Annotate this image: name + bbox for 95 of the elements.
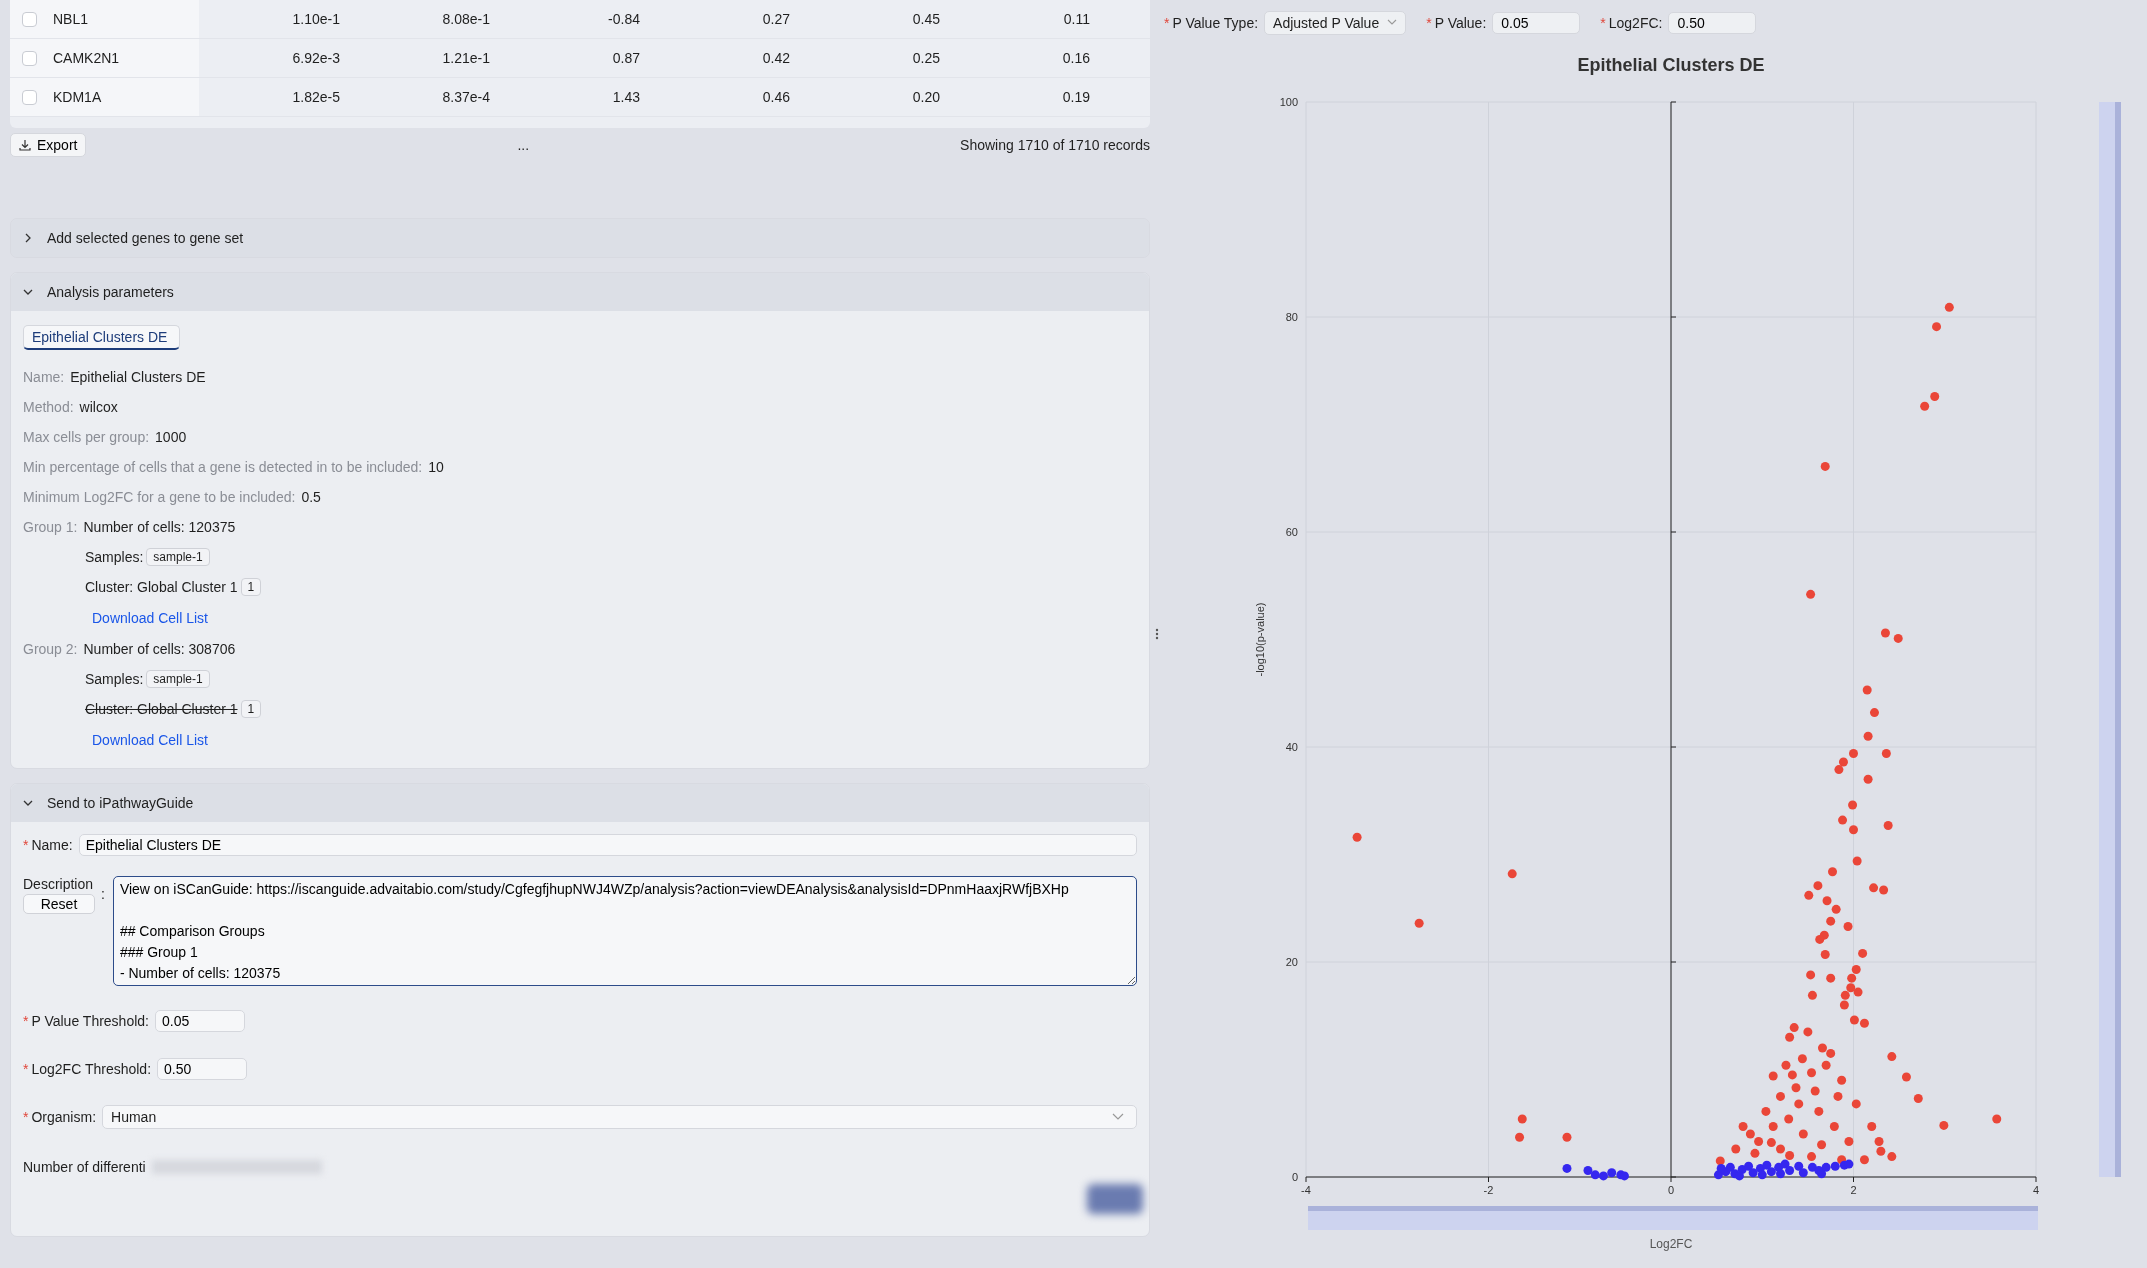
table-cell: CAMK2N1 xyxy=(53,50,120,66)
table-cell-text: 0.45 xyxy=(911,11,940,27)
samples-label: Samples: xyxy=(85,671,144,687)
table-cell-text: 0.20 xyxy=(911,89,940,105)
panel-title: Send to iPathwayGuide xyxy=(47,795,194,811)
field-value: wilcox xyxy=(79,399,118,415)
y-axis-label: -log10(p-value) xyxy=(1254,602,1266,677)
required-mark: * xyxy=(1164,14,1170,31)
field-label: P Value Type: xyxy=(1172,14,1259,31)
table-cell-text: 0.27 xyxy=(761,11,790,27)
axis-tick-label: -2 xyxy=(1483,1184,1494,1196)
samples-label: Samples: xyxy=(85,549,144,565)
cluster-label: Cluster: Global Cluster 1 xyxy=(85,579,238,595)
download-link[interactable]: Download Cell List xyxy=(85,602,208,634)
x-axis-label: Log2FC xyxy=(1649,1237,1693,1251)
sample-tag: sample-1 xyxy=(146,670,210,688)
panel-header[interactable]: Send to iPathwayGuide xyxy=(11,784,1149,822)
axis-tick-label: 4 xyxy=(2032,1184,2040,1196)
axis-tick-label: -4 xyxy=(1301,1184,1311,1196)
table-cell-text: 8.08e-1 xyxy=(441,11,490,27)
required-mark: * xyxy=(23,1013,29,1029)
name-field[interactable]: Epithelial Clusters DE xyxy=(78,834,1137,856)
chart-title: Epithelial Clusters DE xyxy=(1577,55,1765,75)
required-mark: * xyxy=(23,1061,29,1077)
table-cell-text: 0.16 xyxy=(1061,50,1090,66)
field-label: P Value Threshold: xyxy=(31,1013,149,1029)
field-label: Log2FC: xyxy=(1608,14,1663,31)
axis-tick-label: 100 xyxy=(1279,96,1298,108)
panel-title: Add selected genes to gene set xyxy=(47,230,244,246)
field-label: Name: xyxy=(31,837,73,853)
required-mark: * xyxy=(1426,14,1432,31)
field-label: Number of differenti xyxy=(23,1159,146,1175)
table-cell-text: 0.42 xyxy=(761,50,790,66)
axis-tick-label: 20 xyxy=(1285,956,1298,968)
reset-button[interactable]: Reset xyxy=(23,894,95,914)
table-cell-text: 1.21e-1 xyxy=(441,50,490,66)
cluster-count-tag: 1 xyxy=(240,578,262,596)
required-mark: * xyxy=(23,837,29,853)
table-cell-text: 0.11 xyxy=(1062,11,1090,27)
p-value-type-select[interactable]: Adjusted P Value xyxy=(1264,10,1407,35)
table-cell-text: 0.19 xyxy=(1061,89,1090,105)
field-label: Name: xyxy=(23,369,65,385)
table-cell-text: 6.92e-3 xyxy=(291,50,340,66)
field-value: 10 xyxy=(428,459,444,475)
field-label: Description xyxy=(23,876,95,892)
export-button[interactable]: Export xyxy=(10,133,87,157)
axis-tick-label: 80 xyxy=(1285,311,1298,323)
field-value: Epithelial Clusters DE xyxy=(70,369,206,385)
axis-tick-label: 40 xyxy=(1285,741,1298,753)
axis-tick-label: 0 xyxy=(1291,1171,1298,1183)
threshold-field[interactable]: 0.05 xyxy=(155,1010,245,1032)
table-cell-text: 1.43 xyxy=(611,89,640,105)
cluster-label: Cluster: Global Cluster 1 xyxy=(85,701,238,717)
field-label: Group 2: xyxy=(23,641,78,657)
panel-title: Analysis parameters xyxy=(47,284,174,300)
axis-tick-label: 2 xyxy=(1850,1184,1857,1196)
field-label-colon: : xyxy=(101,886,105,902)
table-cell-text: 0.46 xyxy=(761,89,790,105)
field-label: Min percentage of cells that a gene is detected in to be included: xyxy=(23,459,423,475)
field-value: 0.5 xyxy=(301,489,321,505)
table-cell-text: 0.25 xyxy=(911,50,940,66)
field-value: 1000 xyxy=(155,429,187,445)
required-mark: * xyxy=(23,1109,29,1125)
field-label: Group 1: xyxy=(23,519,78,535)
download-link[interactable]: Download Cell List xyxy=(85,724,208,756)
field-label: Organism: xyxy=(31,1109,97,1125)
table-cell-text: 0.87 xyxy=(611,50,640,66)
panel-header[interactable]: Analysis parameters xyxy=(11,273,1149,311)
organism-select[interactable]: Human xyxy=(102,1105,1137,1129)
field-label: P Value: xyxy=(1434,14,1487,31)
field-value: Number of cells: 120375 xyxy=(83,519,236,535)
tab[interactable]: Epithelial Clusters DE xyxy=(23,325,181,350)
description-field[interactable]: View on iSCanGuide: https://iscanguide.advaitabio.com/study/CgfegfjhupNWJ4WZp/analysis?action=viewDEAnalysis&analysisId=DPnmHaaxjRWfjBXHp ## Comparison Groups ### Group 1 - Number of cells: 120375 xyxy=(112,876,1137,986)
cluster-count-tag: 1 xyxy=(240,700,262,718)
sample-tag: sample-1 xyxy=(146,548,210,566)
table-cell-text: -0.84 xyxy=(607,11,640,27)
table-cell: KDM1A xyxy=(53,89,102,105)
field-label: Minimum Log2FC for a gene to be included: xyxy=(23,489,296,505)
field-label: Max cells per group: xyxy=(23,429,150,445)
filter-field[interactable]: 0.50 xyxy=(1668,11,1757,34)
table-cell-text: 1.82e-5 xyxy=(291,89,340,105)
pagination-ellipsis[interactable]: ... xyxy=(517,137,530,153)
threshold-field[interactable]: 0.50 xyxy=(157,1058,248,1080)
filter-field[interactable]: 0.05 xyxy=(1492,11,1581,34)
axis-tick-label: 0 xyxy=(1667,1184,1675,1196)
table-cell: NBL1 xyxy=(53,11,89,27)
table-cell-text: 1.10e-1 xyxy=(291,11,340,27)
record-count: Showing 1710 of 1710 records xyxy=(960,137,1150,153)
field-label: Method: xyxy=(23,399,74,415)
required-mark: * xyxy=(1600,14,1606,31)
field-value: Number of cells: 308706 xyxy=(83,641,236,657)
axis-tick-label: 60 xyxy=(1285,526,1298,538)
field-label: Log2FC Threshold: xyxy=(31,1061,152,1077)
panel-header[interactable]: Add selected genes to gene set xyxy=(11,219,1149,257)
table-cell-text: 8.37e-4 xyxy=(441,89,490,105)
